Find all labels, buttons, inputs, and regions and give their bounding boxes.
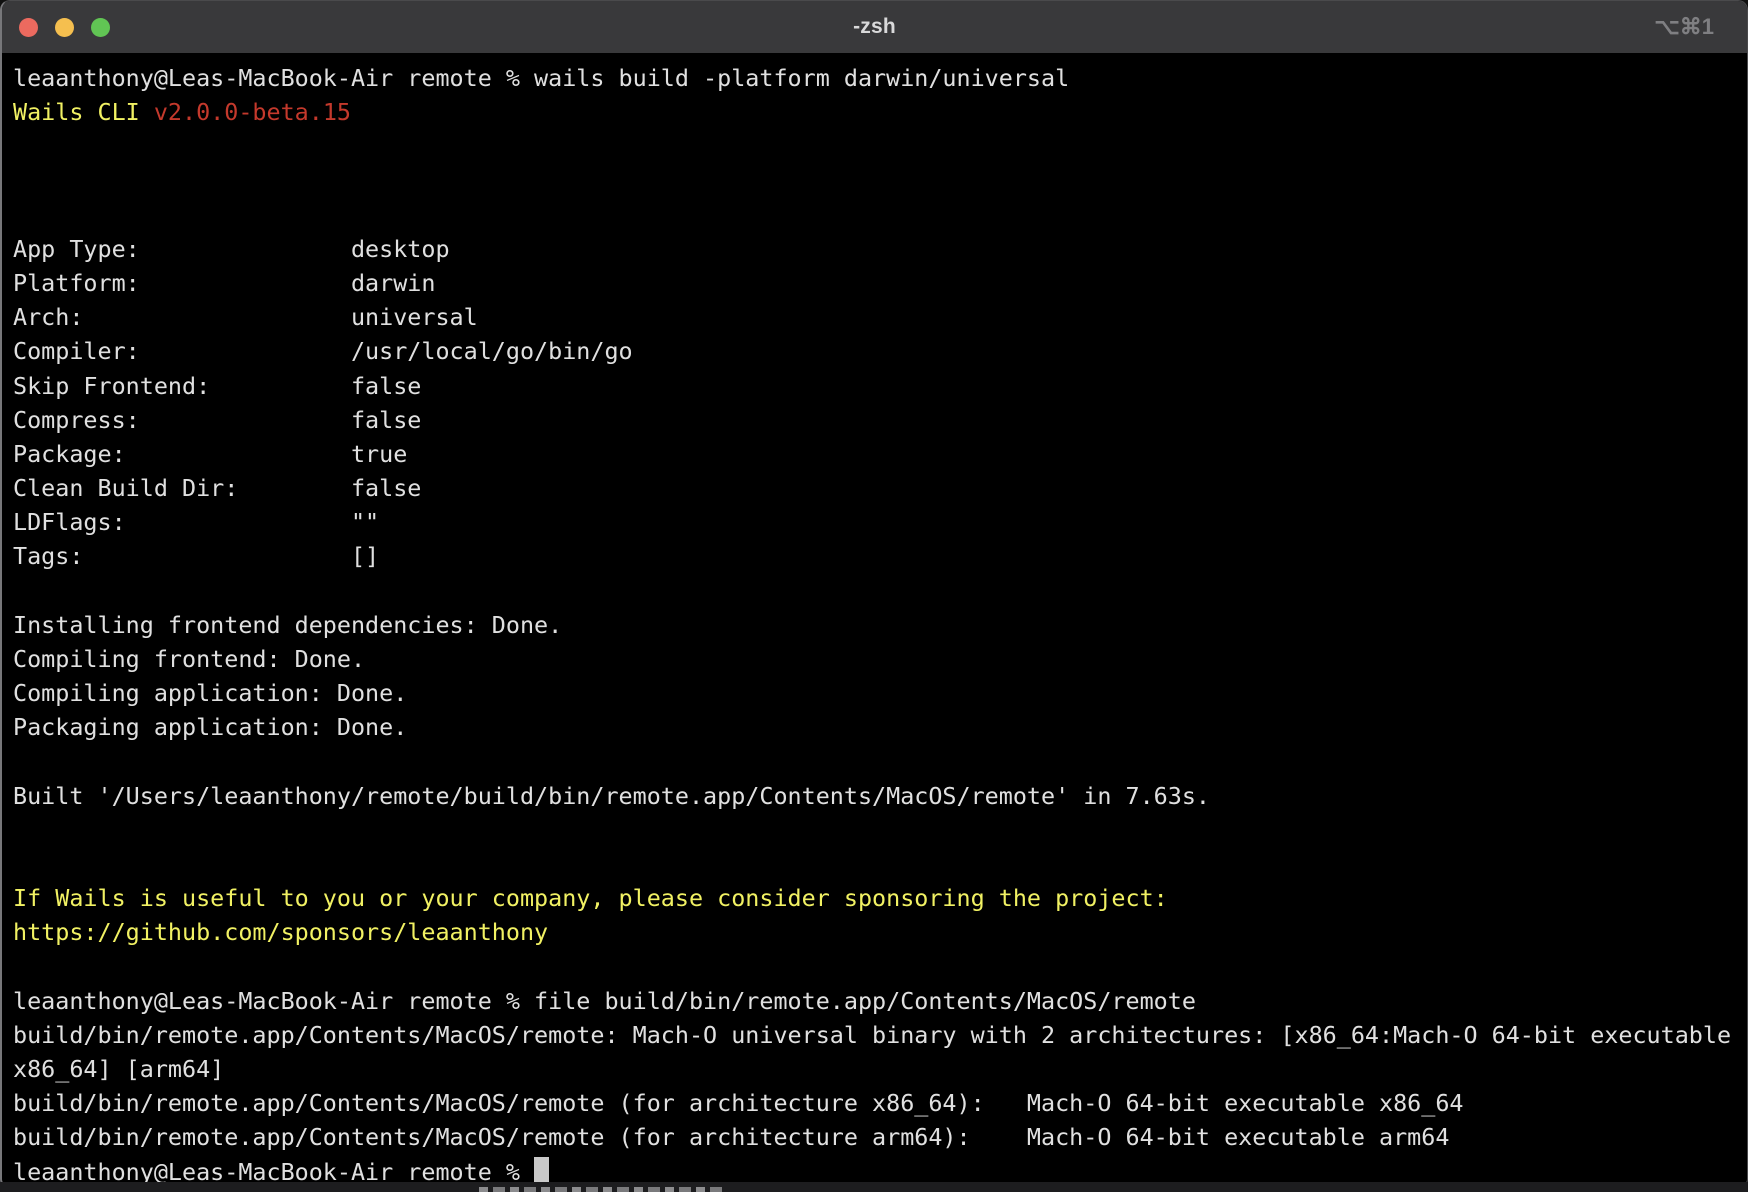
zoom-button[interactable]: [91, 18, 110, 37]
blank-line: [13, 198, 1747, 232]
prompt-build-command: leaanthony@Leas-MacBook-Air remote % wai…: [13, 61, 1747, 95]
sponsor-message-line: If Wails is useful to you or your compan…: [13, 881, 1747, 915]
terminal-text-segment: build/bin/remote.app/Contents/MacOS/remo…: [13, 1089, 1463, 1117]
file-output-x86-64: build/bin/remote.app/Contents/MacOS/remo…: [13, 1086, 1747, 1120]
status-compiling-application: Compiling application: Done.: [13, 676, 1747, 710]
blank-line: [13, 813, 1747, 847]
terminal-cursor: [534, 1157, 549, 1185]
status-installing-frontend: Installing frontend dependencies: Done.: [13, 608, 1747, 642]
setting-value: []: [351, 542, 379, 570]
terminal-text-segment: Wails CLI: [13, 98, 154, 126]
terminal-text-segment: Compiling application: Done.: [13, 679, 407, 707]
titlebar[interactable]: -zsh ⌥⌘1: [2, 1, 1747, 54]
setting-label: Skip Frontend:: [13, 369, 351, 403]
window-title: -zsh: [853, 15, 896, 39]
terminal-text-segment: leaanthony@Leas-MacBook-Air remote % fil…: [13, 987, 1196, 1015]
terminal-text-segment: Packaging application: Done.: [13, 713, 407, 741]
wails-cli-version-line: Wails CLI v2.0.0-beta.15: [13, 95, 1747, 129]
setting-platform: Platform:darwin: [13, 266, 1747, 300]
blank-line: [13, 949, 1747, 983]
setting-label: Platform:: [13, 266, 351, 300]
terminal-text-segment: Installing frontend dependencies: Done.: [13, 611, 562, 639]
terminal-text-segment: build/bin/remote.app/Contents/MacOS/remo…: [13, 1123, 1449, 1151]
terminal-text-segment: Built '/Users/leaanthony/remote/build/bi…: [13, 782, 1210, 810]
clipped-background-text: [479, 1187, 724, 1192]
background-window-artifact: [0, 1182, 1748, 1192]
setting-label: Tags:: [13, 539, 351, 573]
window-shortcut-badge: ⌥⌘1: [1654, 14, 1714, 40]
setting-value: darwin: [351, 269, 436, 297]
setting-value: universal: [351, 303, 478, 331]
setting-label: Compiler:: [13, 334, 351, 368]
setting-clean-build-dir: Clean Build Dir:false: [13, 471, 1747, 505]
sponsor-url-line: https://github.com/sponsors/leaanthony: [13, 915, 1747, 949]
blank-line: [13, 164, 1747, 198]
status-packaging-application: Packaging application: Done.: [13, 710, 1747, 744]
blank-line: [13, 129, 1747, 163]
minimize-button[interactable]: [55, 18, 74, 37]
terminal-text-segment: x86_64] [arm64]: [13, 1055, 224, 1083]
setting-label: Compress:: [13, 403, 351, 437]
setting-arch: Arch:universal: [13, 300, 1747, 334]
setting-value: /usr/local/go/bin/go: [351, 337, 633, 365]
setting-app-type: App Type:desktop: [13, 232, 1747, 266]
setting-label: Package:: [13, 437, 351, 471]
setting-tags: Tags:[]: [13, 539, 1747, 573]
setting-value: false: [351, 406, 421, 434]
setting-ldflags: LDFlags:"": [13, 505, 1747, 539]
setting-label: Arch:: [13, 300, 351, 334]
setting-compress: Compress:false: [13, 403, 1747, 437]
setting-skip-frontend: Skip Frontend:false: [13, 369, 1747, 403]
setting-value: "": [351, 508, 379, 536]
terminal-content[interactable]: leaanthony@Leas-MacBook-Air remote % wai…: [2, 54, 1747, 1188]
status-compiling-frontend: Compiling frontend: Done.: [13, 642, 1747, 676]
blank-line: [13, 744, 1747, 778]
blank-line: [13, 574, 1747, 608]
terminal-window: -zsh ⌥⌘1 leaanthony@Leas-MacBook-Air rem…: [0, 0, 1748, 1188]
setting-compiler: Compiler:/usr/local/go/bin/go: [13, 334, 1747, 368]
setting-label: LDFlags:: [13, 505, 351, 539]
setting-value: true: [351, 440, 407, 468]
terminal-text-segment: build/bin/remote.app/Contents/MacOS/remo…: [13, 1021, 1731, 1049]
terminal-text-segment: leaanthony@Leas-MacBook-Air remote % wai…: [13, 64, 1069, 92]
blank-line: [13, 847, 1747, 881]
setting-value: false: [351, 372, 421, 400]
terminal-text-segment: https://github.com/sponsors/leaanthony: [13, 918, 548, 946]
build-result-line: Built '/Users/leaanthony/remote/build/bi…: [13, 779, 1747, 813]
traffic-lights: [19, 18, 110, 37]
prompt-file-command: leaanthony@Leas-MacBook-Air remote % fil…: [13, 984, 1747, 1018]
terminal-text-segment: Compiling frontend: Done.: [13, 645, 365, 673]
terminal-text-segment: If Wails is useful to you or your compan…: [13, 884, 1168, 912]
setting-value: false: [351, 474, 421, 502]
file-output-universal-wrap: x86_64] [arm64]: [13, 1052, 1747, 1086]
setting-value: desktop: [351, 235, 450, 263]
file-output-universal: build/bin/remote.app/Contents/MacOS/remo…: [13, 1018, 1747, 1052]
setting-label: Clean Build Dir:: [13, 471, 351, 505]
terminal-text-segment: v2.0.0-beta.15: [154, 98, 351, 126]
close-button[interactable]: [19, 18, 38, 37]
file-output-arm64: build/bin/remote.app/Contents/MacOS/remo…: [13, 1120, 1747, 1154]
setting-package: Package:true: [13, 437, 1747, 471]
setting-label: App Type:: [13, 232, 351, 266]
